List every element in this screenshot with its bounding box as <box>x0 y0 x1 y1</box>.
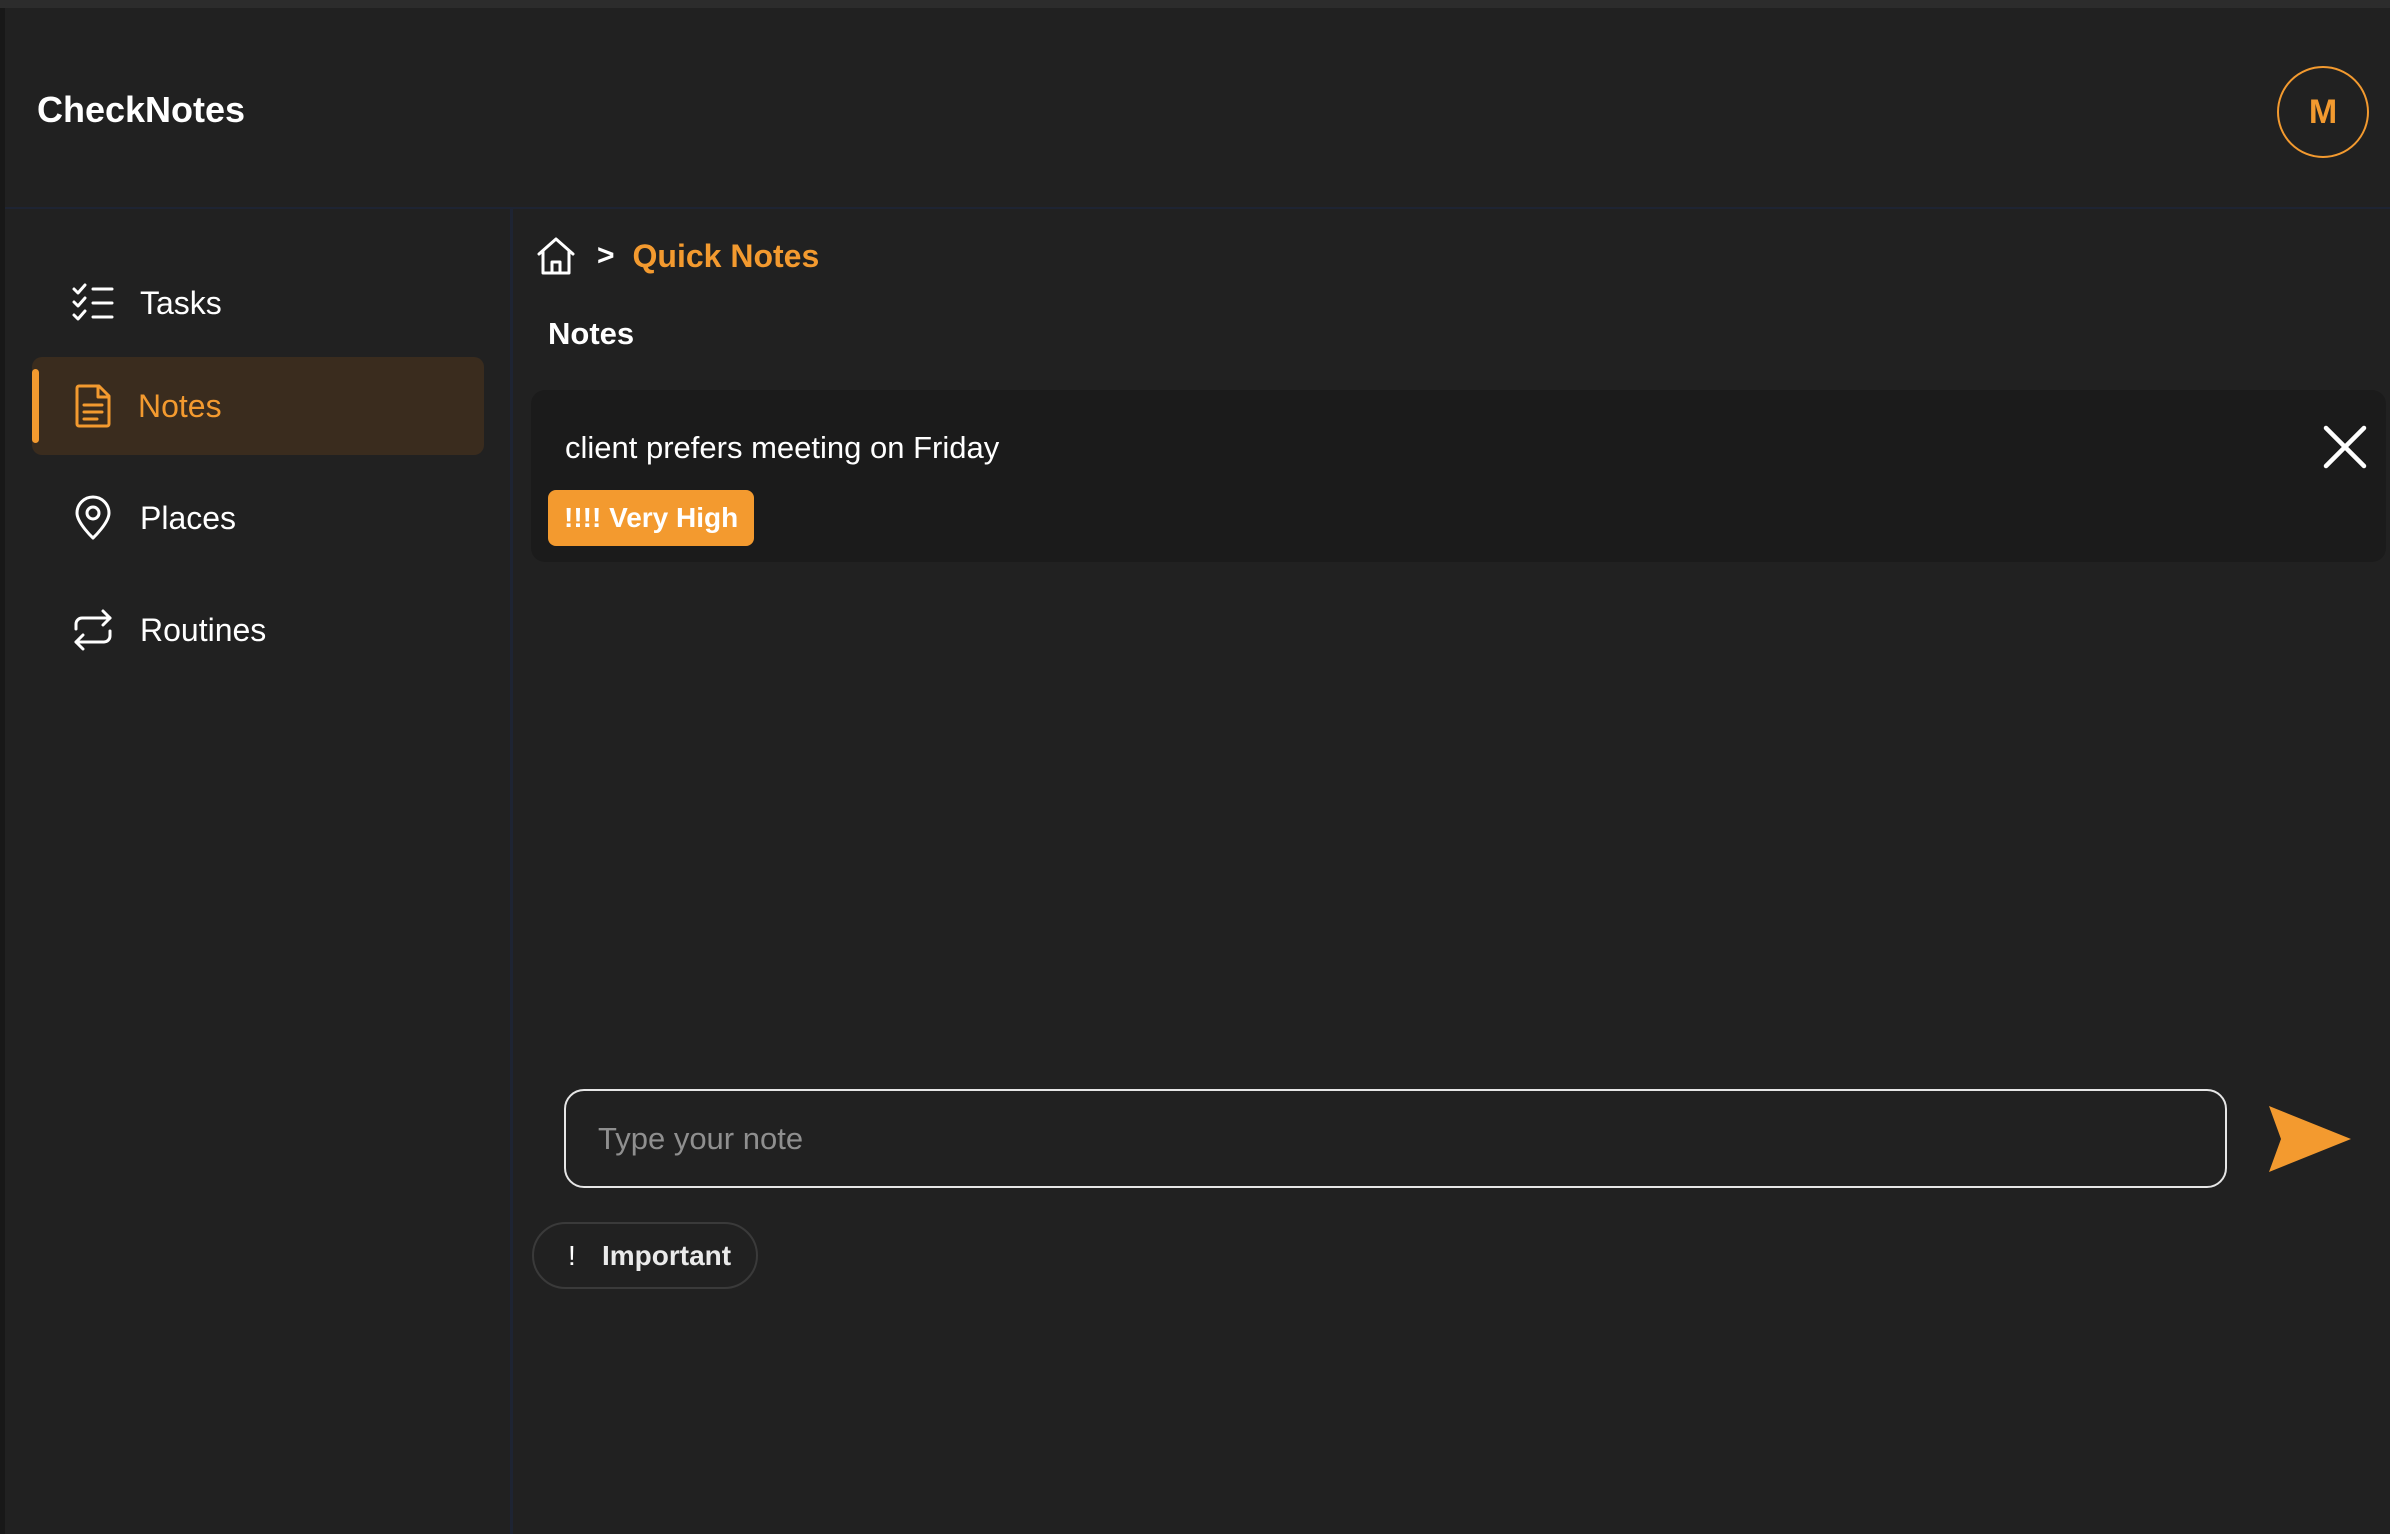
app-header: CheckNotes M <box>5 8 2390 209</box>
map-pin-icon <box>75 495 111 540</box>
close-icon[interactable] <box>2320 422 2370 472</box>
note-text: client prefers meeting on Friday <box>565 430 1000 465</box>
sidebar-item-places[interactable]: Places <box>32 469 484 567</box>
important-toggle[interactable]: ! Important <box>532 1222 758 1289</box>
repeat-icon <box>74 609 112 651</box>
document-icon <box>75 384 111 428</box>
page-title: Notes <box>548 316 635 351</box>
sidebar-item-label: Places <box>140 500 237 536</box>
sidebar: Tasks Notes Places Routines <box>5 209 513 1534</box>
main-content: > Quick Notes Notes client prefers meeti… <box>513 209 2390 1534</box>
sidebar-item-routines[interactable]: Routines <box>32 581 484 679</box>
sidebar-item-label: Notes <box>138 388 222 424</box>
checklist-icon <box>72 283 114 321</box>
sidebar-item-label: Tasks <box>140 285 222 321</box>
app-title: CheckNotes <box>37 89 246 130</box>
home-icon[interactable] <box>535 235 577 277</box>
priority-badge: !!!! Very High <box>548 490 755 546</box>
user-avatar[interactable]: M <box>2277 66 2369 158</box>
window-top-strip <box>0 0 2390 8</box>
breadcrumb: > Quick Notes <box>535 231 819 281</box>
important-label: Important <box>602 1240 732 1271</box>
sidebar-item-label: Routines <box>140 612 267 648</box>
breadcrumb-current: Quick Notes <box>632 237 820 274</box>
send-icon[interactable] <box>2265 1102 2353 1176</box>
sidebar-item-tasks[interactable]: Tasks <box>32 254 484 352</box>
sidebar-item-notes[interactable]: Notes <box>32 357 484 455</box>
note-card: client prefers meeting on Friday !!!! Ve… <box>531 390 2386 562</box>
note-input[interactable] <box>564 1089 2227 1188</box>
exclamation-icon: ! <box>568 1240 576 1271</box>
breadcrumb-separator: > <box>597 239 615 272</box>
